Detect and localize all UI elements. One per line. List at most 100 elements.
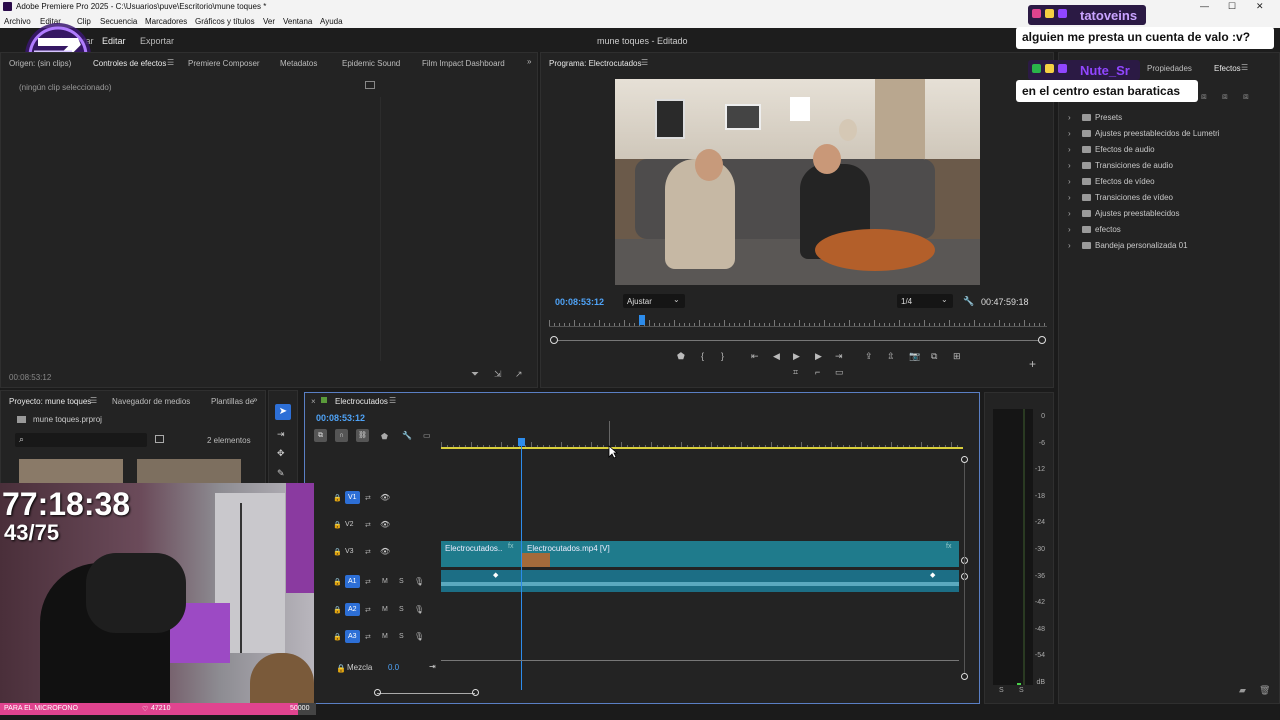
- eye-icon[interactable]: 👁: [380, 547, 390, 556]
- lock-icon[interactable]: 🔒: [333, 494, 342, 502]
- lock-icon[interactable]: 🔒: [333, 521, 342, 529]
- more-tabs-icon[interactable]: »: [253, 395, 257, 404]
- accelerated-effects-icon[interactable]: ⧈: [1201, 91, 1207, 102]
- solo-left[interactable]: S: [999, 687, 1004, 694]
- project-menu-icon[interactable]: ☰: [90, 396, 97, 405]
- sync-lock-icon[interactable]: ⇄: [365, 521, 371, 529]
- share-icon[interactable]: ↗: [515, 369, 523, 380]
- menu-ayuda[interactable]: Ayuda: [320, 17, 343, 26]
- project-thumbnail-2[interactable]: [137, 459, 241, 485]
- menu-graficos[interactable]: Gráficos y títulos: [195, 17, 255, 26]
- trim-icon[interactable]: ⌐: [815, 367, 820, 377]
- eye-icon[interactable]: 👁: [380, 493, 390, 502]
- filter-icon[interactable]: ⏷: [471, 369, 479, 380]
- camera-icon[interactable]: 📷: [909, 351, 920, 362]
- track-name[interactable]: A1: [345, 575, 360, 588]
- safe-margins-icon[interactable]: ⌗: [793, 367, 798, 378]
- track-name[interactable]: V3: [345, 548, 354, 555]
- tab-efectos[interactable]: Efectos: [1214, 64, 1241, 73]
- mute-toggle[interactable]: M: [382, 578, 388, 585]
- solo-toggle[interactable]: S: [399, 606, 404, 613]
- microphone-icon[interactable]: 🎙: [414, 605, 424, 614]
- add-marker-icon[interactable]: ⬟: [677, 351, 685, 362]
- mark-in-icon[interactable]: {: [701, 351, 704, 361]
- compare-icon[interactable]: ⧉: [931, 351, 937, 362]
- track-name[interactable]: A2: [345, 603, 360, 616]
- zoom-scrollbar[interactable]: [551, 340, 1045, 341]
- mute-toggle[interactable]: M: [382, 606, 388, 613]
- tab-project[interactable]: Proyecto: mune toques: [9, 397, 91, 406]
- track-height-handle[interactable]: [961, 673, 968, 680]
- snap-icon[interactable]: ∩: [335, 429, 348, 442]
- overlay-icon[interactable]: ▭: [835, 367, 844, 378]
- menu-marcadores[interactable]: Marcadores: [145, 17, 187, 26]
- lift-icon[interactable]: ⇪: [865, 351, 873, 362]
- microphone-icon[interactable]: 🎙: [414, 577, 424, 586]
- extract-icon[interactable]: ⇫: [887, 351, 895, 362]
- ripple-edit-icon[interactable]: ✥: [277, 448, 285, 459]
- tab-metadatos[interactable]: Metadatos: [280, 59, 317, 68]
- add-marker-icon[interactable]: ⬟: [381, 432, 388, 441]
- lock-icon[interactable]: 🔒: [333, 606, 342, 614]
- tab-propiedades[interactable]: Propiedades: [1147, 64, 1192, 73]
- linked-selection-icon[interactable]: ⛓: [356, 429, 369, 442]
- audio-clip-2[interactable]: ◆: [522, 570, 959, 592]
- video-clip-2[interactable]: Electrocutados.mp4 [V] fx: [522, 541, 959, 567]
- tab-templates[interactable]: Plantillas de: [211, 397, 254, 406]
- sequence-tab[interactable]: Electrocutados: [335, 397, 388, 406]
- wrench-icon[interactable]: 🔧: [963, 296, 974, 307]
- sync-lock-icon[interactable]: ⇄: [365, 494, 371, 502]
- timeline-settings-icon[interactable]: 🔧: [402, 431, 412, 440]
- menu-secuencia[interactable]: Secuencia: [100, 17, 137, 26]
- program-current-time[interactable]: 00:08:53:12: [555, 297, 604, 307]
- new-bin-icon[interactable]: [155, 435, 164, 443]
- lock-icon[interactable]: 🔒: [333, 548, 342, 556]
- panel-menu-icon[interactable]: ☰: [167, 58, 174, 67]
- microphone-icon[interactable]: 🎙: [414, 632, 424, 641]
- timeline-scrollbar[interactable]: [377, 693, 475, 694]
- mark-out-icon[interactable]: }: [721, 351, 724, 361]
- captions-icon[interactable]: ▭: [423, 431, 431, 440]
- track-height-handle[interactable]: [961, 456, 968, 463]
- razor-tool-icon[interactable]: ✎: [277, 468, 285, 479]
- project-thumbnail-1[interactable]: [19, 459, 123, 485]
- sync-lock-icon[interactable]: ⇄: [365, 578, 371, 586]
- nest-toggle-icon[interactable]: ⧉: [314, 429, 327, 442]
- selection-tool-icon[interactable]: ➤: [275, 404, 291, 420]
- step-forward-icon[interactable]: ▶: [815, 351, 822, 362]
- track-name[interactable]: V1: [345, 491, 360, 504]
- close-icon[interactable]: ✕: [1256, 1, 1264, 12]
- solo-toggle[interactable]: S: [399, 578, 404, 585]
- minimize-icon[interactable]: —: [1200, 1, 1209, 11]
- sync-lock-icon[interactable]: ⇄: [365, 633, 371, 641]
- zoom-handle-left[interactable]: [550, 336, 558, 344]
- tab-media-browser[interactable]: Navegador de medios: [112, 397, 190, 406]
- multicam-icon[interactable]: ⊞: [953, 351, 961, 362]
- tab-source[interactable]: Origen: (sin clips): [9, 59, 71, 68]
- scroll-handle-left[interactable]: [374, 689, 381, 696]
- solo-toggle[interactable]: S: [399, 633, 404, 640]
- timeline-playhead-handle[interactable]: [518, 438, 525, 446]
- timeline-timecode[interactable]: 00:08:53:12: [316, 413, 365, 423]
- program-video-frame[interactable]: [615, 79, 980, 285]
- tab-film-impact[interactable]: Film Impact Dashboard: [422, 59, 505, 68]
- mix-nav-icon[interactable]: ⇥: [429, 662, 436, 671]
- work-area-bar[interactable]: [441, 447, 963, 449]
- scroll-handle-right[interactable]: [472, 689, 479, 696]
- timeline-menu-icon[interactable]: ☰: [389, 396, 396, 405]
- track-name[interactable]: V2: [345, 521, 354, 528]
- mix-value[interactable]: 0.0: [388, 663, 399, 672]
- 32bit-effects-icon[interactable]: ⧈: [1222, 91, 1228, 102]
- delete-icon[interactable]: 🗑: [1259, 685, 1270, 696]
- go-to-out-icon[interactable]: ⇥: [835, 351, 843, 362]
- button-editor-add-icon[interactable]: +: [1029, 357, 1036, 371]
- zoom-handle-right[interactable]: [1038, 336, 1046, 344]
- workspace-tab-editar[interactable]: Editar: [102, 36, 126, 46]
- tab-epidemic-sound[interactable]: Epidemic Sound: [342, 59, 400, 68]
- lock-icon[interactable]: 🔒: [333, 633, 342, 641]
- resolution-dropdown[interactable]: 1/4 ⌄: [897, 294, 953, 308]
- sync-lock-icon[interactable]: ⇄: [365, 548, 371, 556]
- project-search-input[interactable]: ⌕: [15, 433, 147, 447]
- panel-toggle-icon[interactable]: [365, 81, 375, 89]
- maximize-icon[interactable]: ☐: [1228, 1, 1236, 12]
